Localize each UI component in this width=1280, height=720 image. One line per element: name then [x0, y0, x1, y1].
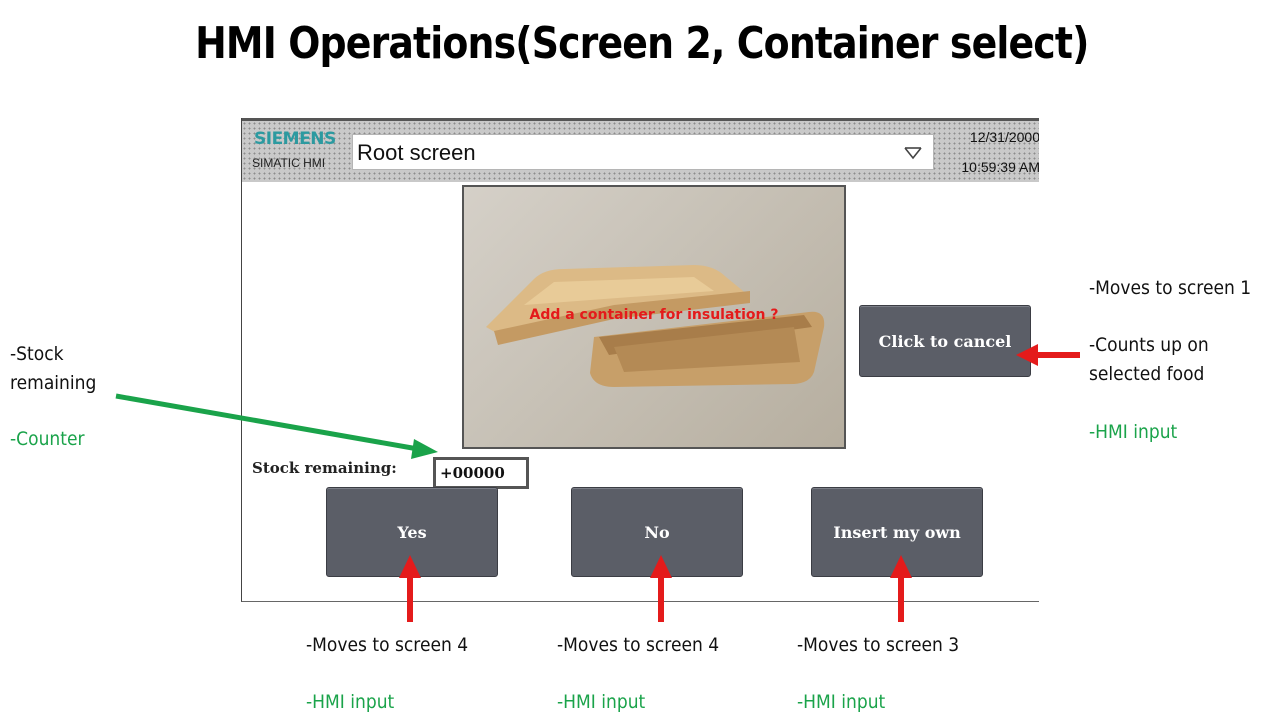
- annotation-stock-line1: -Stock: [10, 343, 64, 365]
- date-display: 12/31/2000: [969, 129, 1039, 145]
- annotation-cancel-tag: -HMI input: [1089, 421, 1178, 443]
- annotation-insert-tag: -HMI input: [797, 691, 886, 713]
- stock-remaining-label: Stock remaining:: [252, 459, 397, 477]
- time-display: 10:59:39 AM: [961, 159, 1039, 175]
- annotation-stock-tag: -Counter: [10, 428, 85, 450]
- annotation-cancel-line1: -Moves to screen 1: [1089, 277, 1252, 299]
- annotation-no-tag: -HMI input: [557, 691, 646, 713]
- screen-select[interactable]: Root screen: [352, 134, 934, 170]
- annotation-yes-text: -Moves to screen 4: [306, 634, 469, 656]
- slide-title: HMI Operations(Screen 2, Container selec…: [195, 18, 1089, 69]
- annotation-insert-text: -Moves to screen 3: [797, 634, 960, 656]
- cancel-button[interactable]: Click to cancel: [859, 305, 1031, 377]
- no-button[interactable]: No: [571, 487, 743, 577]
- annotation-stock-line2: remaining: [10, 372, 97, 394]
- stock-counter: +00000: [433, 457, 529, 489]
- brand-logo: SIEMENS: [254, 129, 336, 149]
- insert-my-own-button[interactable]: Insert my own: [811, 487, 983, 577]
- brand-subtitle: SIMATIC HMI: [252, 156, 326, 170]
- image-caption: Add a container for insulation ?: [529, 307, 779, 323]
- annotation-cancel-line2: -Counts up on: [1089, 334, 1209, 356]
- yes-button[interactable]: Yes: [326, 487, 498, 577]
- hmi-header: SIEMENS SIMATIC HMI Root screen 12/31/20…: [242, 118, 1039, 182]
- annotation-yes-tag: -HMI input: [306, 691, 395, 713]
- chevron-down-icon[interactable]: [903, 145, 923, 161]
- annotation-cancel-line3: selected food: [1089, 363, 1205, 385]
- annotation-no-text: -Moves to screen 4: [557, 634, 720, 656]
- hmi-panel: SIEMENS SIMATIC HMI Root screen 12/31/20…: [241, 118, 1039, 602]
- screen-select-value: Root screen: [357, 140, 476, 165]
- container-image: Add a container for insulation ?: [462, 185, 846, 449]
